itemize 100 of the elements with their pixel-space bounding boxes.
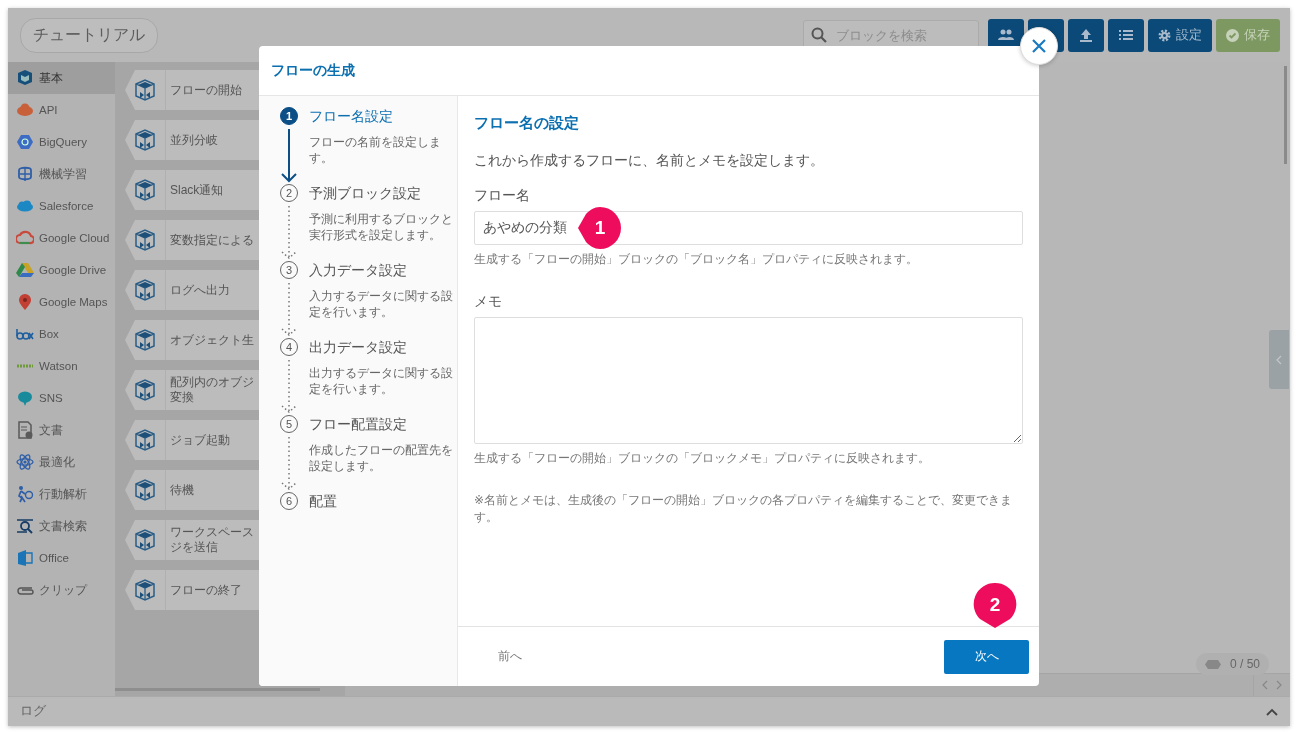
atom-icon xyxy=(16,453,34,471)
chevron-left-icon[interactable] xyxy=(1262,680,1268,690)
block-item[interactable]: 変数指定による xyxy=(125,220,259,260)
block-item[interactable]: 並列分岐 xyxy=(125,120,259,160)
cube-icon xyxy=(133,79,157,101)
cube-icon xyxy=(133,429,157,451)
step-number: 1 xyxy=(280,107,298,125)
cloud-icon xyxy=(16,101,34,119)
toolbar-button[interactable] xyxy=(1108,18,1144,52)
block-item[interactable]: Slack通知 xyxy=(125,170,259,210)
category-item[interactable]: 文書検索 xyxy=(8,510,115,542)
field-label: フロー名 xyxy=(474,187,531,205)
category-item[interactable]: SNS xyxy=(8,382,115,414)
next-button[interactable]: 次へ xyxy=(944,639,1029,674)
category-item[interactable]: BigQuery xyxy=(8,126,115,158)
category-item[interactable]: Watson xyxy=(8,350,115,382)
step-description: 予測に利用するブロックと実行形式を設定します。 xyxy=(309,211,454,243)
counter-text: 0 / 50 xyxy=(1229,657,1260,671)
step-title[interactable]: フロー配置設定 xyxy=(309,414,457,434)
list-icon xyxy=(1119,30,1133,40)
category-item[interactable]: Box xyxy=(8,318,115,350)
category-item[interactable]: Office xyxy=(8,542,115,574)
block-label: フローの開始 xyxy=(170,82,242,98)
check-circle-icon xyxy=(1226,28,1239,42)
note-text: ※名前とメモは、生成後の「フローの開始」ブロックの各プロパティを編集することで、変更できます。 xyxy=(474,492,1014,526)
upload-icon xyxy=(1080,28,1092,42)
category-item[interactable]: 機械学習 xyxy=(8,158,115,190)
tutorial-title[interactable]: チュートリアル xyxy=(20,17,158,53)
field-hint: 生成する「フローの開始」ブロックの「ブロック名」プロパティに反映されます。 xyxy=(474,251,919,268)
speech-bubble-icon xyxy=(16,389,34,407)
block-item[interactable]: フローの終了 xyxy=(125,570,259,610)
field-label: メモ xyxy=(474,293,503,311)
category-item[interactable]: Google Drive xyxy=(8,254,115,286)
step-description: 作成したフローの配置先を設定します。 xyxy=(309,442,454,474)
block-item[interactable]: ジョブ起動 xyxy=(125,420,259,460)
cube-icon xyxy=(133,229,157,251)
category-item[interactable]: 文書 xyxy=(8,414,115,446)
close-icon xyxy=(1031,38,1047,54)
block-item[interactable]: オブジェクト生 xyxy=(125,320,259,360)
walking-person-icon xyxy=(16,485,34,503)
gear-icon xyxy=(1158,28,1171,42)
step-title[interactable]: 入力データ設定 xyxy=(309,260,457,280)
step-description: フローの名前を設定します。 xyxy=(309,134,442,166)
search-icon xyxy=(811,27,827,43)
scrollbar[interactable] xyxy=(1284,66,1287,164)
settings-button[interactable]: 設定 xyxy=(1148,18,1212,52)
block-label: ログへ出力 xyxy=(170,282,230,298)
category-item[interactable]: 最適化 xyxy=(8,446,115,478)
category-item[interactable]: 基本 xyxy=(8,62,115,94)
block-label: ジを送信 xyxy=(170,540,219,555)
section-heading: フロー名の設定 xyxy=(474,114,580,133)
block-label: 並列分岐 xyxy=(170,132,218,148)
step-title[interactable]: 予測ブロック設定 xyxy=(309,183,457,203)
block-label: 配列内のオブジ xyxy=(170,375,254,390)
chevron-left-icon xyxy=(1276,354,1282,365)
step-description: 入力するデータに関する設定を行います。 xyxy=(309,288,454,320)
memo-textarea[interactable] xyxy=(474,317,1023,444)
office-icon xyxy=(16,549,34,567)
block-item[interactable]: ログへ出力 xyxy=(125,270,259,310)
block-label: 変数指定による xyxy=(170,232,254,248)
toolbar-button[interactable] xyxy=(1068,18,1104,52)
cube-icon xyxy=(133,579,157,601)
log-panel-title[interactable]: ログ xyxy=(20,703,46,720)
watson-logo-icon xyxy=(16,363,34,369)
category-item[interactable]: Google Cloud xyxy=(8,222,115,254)
category-item[interactable]: Salesforce xyxy=(8,190,115,222)
chevron-up-icon[interactable] xyxy=(1266,707,1278,716)
cube-icon xyxy=(133,329,157,351)
map-pin-icon xyxy=(16,293,34,311)
cube-icon xyxy=(133,279,157,301)
block-label: オブジェクト生 xyxy=(170,332,254,348)
step-description: 出力するデータに関する設定を行います。 xyxy=(309,365,454,397)
block-label: Slack通知 xyxy=(170,182,224,198)
block-label: 待機 xyxy=(170,482,194,498)
block-item[interactable]: ワークスペース ジを送信 xyxy=(125,520,259,560)
cloud-icon xyxy=(16,229,34,247)
cube-icon xyxy=(133,129,157,151)
category-item[interactable]: API xyxy=(8,94,115,126)
block-label: 変換 xyxy=(170,390,195,405)
step-arrow xyxy=(280,128,298,183)
chevron-right-icon[interactable] xyxy=(1276,680,1282,690)
block-item[interactable]: 待機 xyxy=(125,470,259,510)
step-marker: 2 xyxy=(972,582,1018,628)
step-arrow xyxy=(280,205,298,260)
category-item[interactable]: 行動解析 xyxy=(8,478,115,510)
block-label: フローの終了 xyxy=(170,582,242,598)
step-title[interactable]: 配置 xyxy=(309,491,457,511)
category-item[interactable]: クリップ xyxy=(8,574,115,606)
collapse-panel-tab[interactable] xyxy=(1269,330,1289,389)
intro-text: これから作成するフローに、名前とメモを設定します。 xyxy=(474,152,825,170)
back-button[interactable]: 前へ xyxy=(488,640,532,673)
cube-icon xyxy=(133,179,157,201)
block-item[interactable]: 配列内のオブジ 変換 xyxy=(125,370,259,410)
cube-icon xyxy=(133,529,157,551)
step-title[interactable]: 出力データ設定 xyxy=(309,337,457,357)
magnifier-document-icon xyxy=(16,517,34,535)
category-item[interactable]: Google Maps xyxy=(8,286,115,318)
step-title[interactable]: フロー名設定 xyxy=(309,106,457,126)
hexagon-icon xyxy=(16,133,34,151)
block-item[interactable]: フローの開始 xyxy=(125,70,259,110)
